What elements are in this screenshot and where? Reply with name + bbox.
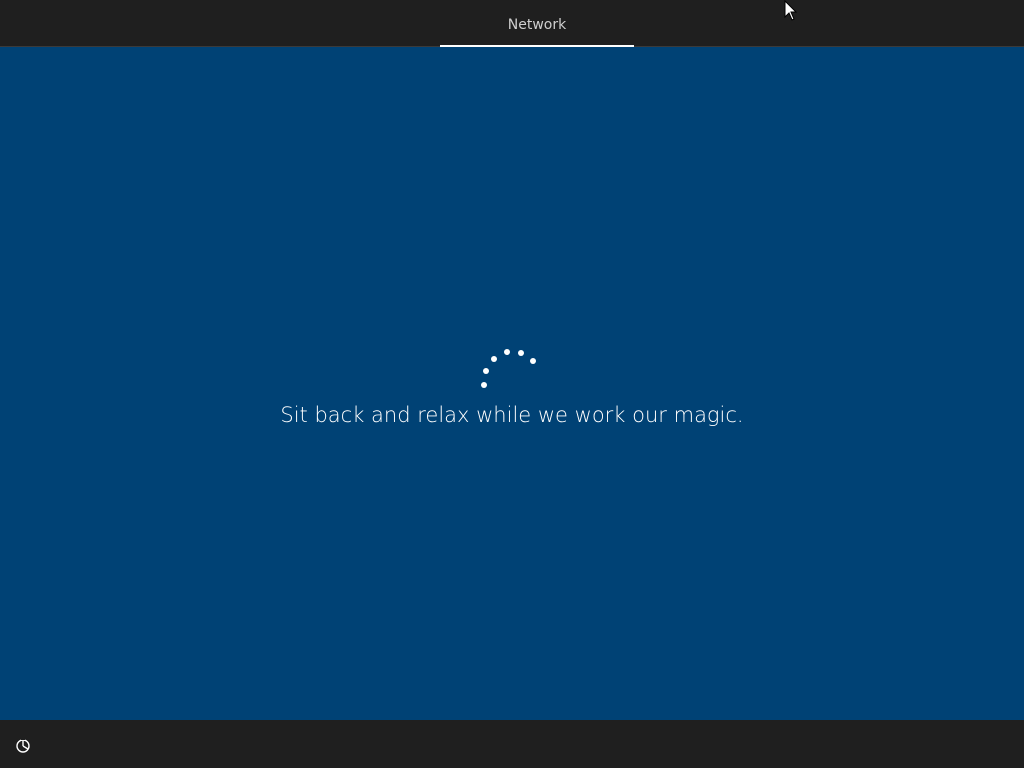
step-tab-label: Network bbox=[507, 17, 567, 33]
step-tab-network: Network bbox=[440, 0, 634, 47]
ease-of-access-icon[interactable] bbox=[12, 734, 34, 756]
status-message: Sit back and relax while we work our mag… bbox=[280, 403, 744, 427]
setup-content-area bbox=[0, 47, 1024, 720]
bottom-bar bbox=[0, 720, 1024, 768]
top-step-bar: Network bbox=[0, 0, 1024, 47]
loading-spinner-icon bbox=[481, 349, 536, 388]
mouse-pointer-icon bbox=[784, 0, 798, 21]
